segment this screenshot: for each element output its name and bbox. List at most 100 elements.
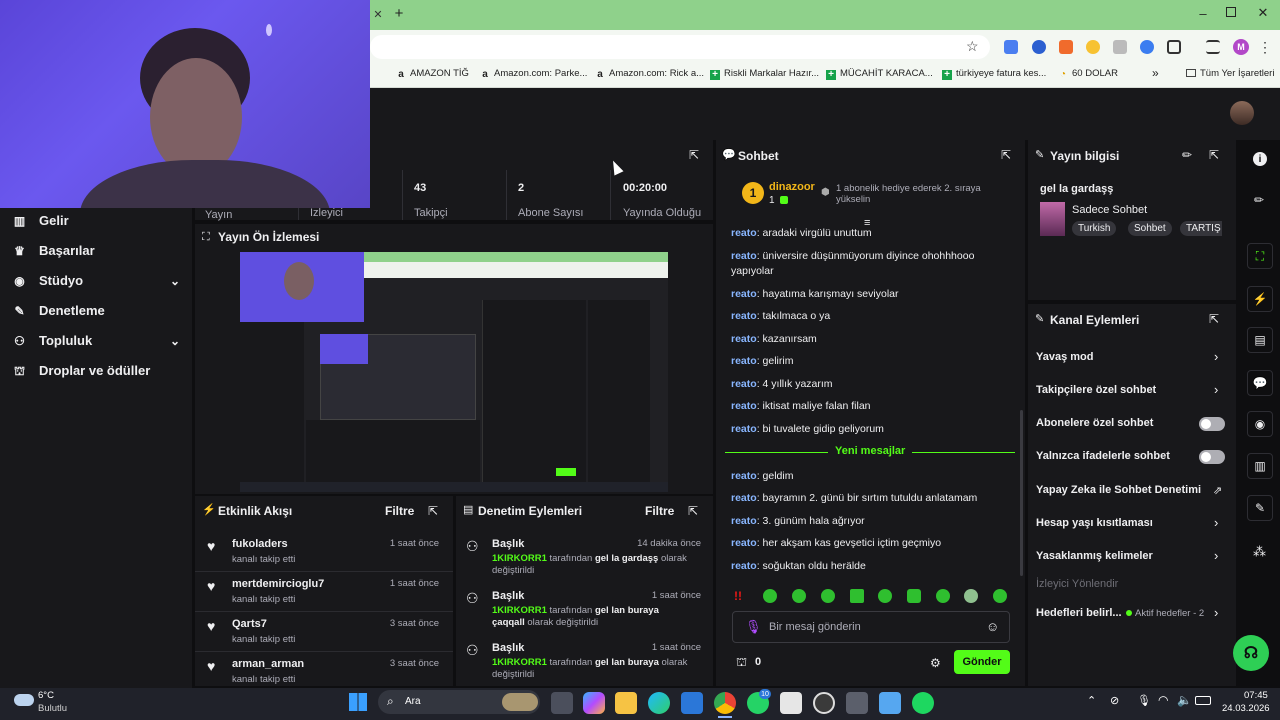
emote-icon[interactable] bbox=[936, 589, 950, 603]
wifi-icon[interactable]: ◠ bbox=[1158, 693, 1168, 707]
microphone-icon[interactable]: 🎙 bbox=[745, 619, 762, 635]
ext-icon[interactable] bbox=[1086, 40, 1100, 54]
url-field[interactable]: ☆ bbox=[370, 35, 990, 59]
chrome-icon[interactable] bbox=[714, 692, 736, 714]
emote-icon[interactable] bbox=[763, 589, 777, 603]
chat-username[interactable]: reato bbox=[731, 537, 757, 549]
broadcast-icon[interactable]: ◉ bbox=[1247, 411, 1273, 437]
store-icon[interactable] bbox=[681, 692, 703, 714]
emote-icon[interactable] bbox=[993, 589, 1007, 603]
wrench-icon[interactable]: ✎ bbox=[1247, 495, 1273, 521]
tag-pill[interactable]: Turkish bbox=[1072, 221, 1117, 236]
popout-icon[interactable]: ⇱ bbox=[1001, 149, 1013, 161]
action-slow-mode[interactable]: Yavaş mod bbox=[1036, 351, 1093, 363]
task-view-icon[interactable] bbox=[551, 692, 573, 714]
category-name[interactable]: Sadece Sohbet bbox=[1072, 204, 1147, 216]
panels-icon[interactable]: ▥ bbox=[1247, 453, 1273, 479]
chat-username[interactable]: reato bbox=[731, 400, 757, 412]
list-item[interactable]: ⚇ Başlık 1 saat önce 1KIRKORR1 tarafında… bbox=[456, 636, 713, 686]
chat-username[interactable]: reato bbox=[731, 515, 757, 527]
clock-date[interactable]: 24.03.2026 bbox=[1222, 703, 1270, 714]
support-button[interactable]: ☊ bbox=[1233, 635, 1269, 671]
start-button[interactable] bbox=[349, 693, 367, 711]
nav-item-gelir[interactable]: ▥ Gelir bbox=[12, 213, 69, 228]
star-icon[interactable]: ☆ bbox=[966, 38, 979, 55]
more-options-icon[interactable]: ⁂ bbox=[1253, 544, 1266, 560]
emote-only-toggle[interactable] bbox=[1199, 450, 1225, 464]
bookmark-item[interactable]: a Amazon.com: Parke... bbox=[480, 68, 587, 80]
ext-icon[interactable] bbox=[1140, 40, 1154, 54]
preview-toggle-icon[interactable]: ⛶ bbox=[1247, 243, 1273, 269]
profile-avatar[interactable]: M bbox=[1233, 39, 1249, 55]
document-icon[interactable]: ▤ bbox=[1247, 327, 1273, 353]
chat-username[interactable]: reato bbox=[731, 310, 757, 322]
list-item[interactable]: ♥ fukoladers kanalı takip etti 1 saat ön… bbox=[195, 532, 453, 572]
nav-item-droplar[interactable]: ⛫ Droplar ve ödüller bbox=[12, 363, 150, 378]
chat-username[interactable]: reato bbox=[731, 288, 757, 300]
tray-chevron-icon[interactable]: ⌃ bbox=[1087, 694, 1096, 707]
send-button[interactable]: Gönder bbox=[954, 650, 1010, 674]
points-icon[interactable]: ⛫ bbox=[736, 655, 747, 671]
popout-icon[interactable]: ⇱ bbox=[689, 149, 701, 161]
leaderboard-user[interactable]: dinazoor bbox=[769, 181, 815, 193]
emote-icon[interactable] bbox=[792, 589, 806, 603]
weather-icon[interactable] bbox=[14, 694, 34, 706]
chat-settings-icon[interactable]: ⚙ bbox=[930, 656, 941, 670]
chat-username[interactable]: reato bbox=[731, 492, 757, 504]
activity-filter-button[interactable]: Filtre bbox=[385, 504, 414, 518]
all-bookmarks-button[interactable]: Tüm Yer İşaretleri bbox=[1186, 68, 1274, 79]
shield-ext-icon[interactable] bbox=[1113, 40, 1127, 54]
bookmark-item[interactable]: + Riskli Markalar Hazır... bbox=[710, 68, 819, 80]
popout-icon[interactable]: ⇱ bbox=[688, 505, 700, 517]
chevron-down-icon[interactable]: ⌄ bbox=[170, 274, 180, 288]
chevron-right-icon[interactable]: › bbox=[1214, 382, 1218, 397]
stream-preview-video[interactable] bbox=[240, 252, 668, 492]
chat-icon[interactable]: 💬 bbox=[1247, 370, 1273, 396]
action-account-age[interactable]: Hesap yaşı kısıtlaması bbox=[1036, 517, 1153, 529]
tab-close-icon[interactable]: ✕ bbox=[372, 8, 384, 21]
bookmark-item[interactable]: a Amazon.com: Rick a... bbox=[595, 68, 704, 80]
edge-icon[interactable] bbox=[648, 692, 670, 714]
emote-icon[interactable] bbox=[907, 589, 921, 603]
bookmark-item[interactable]: + türkiyeye fatura kes... bbox=[942, 68, 1046, 80]
info-icon[interactable]: i bbox=[1253, 152, 1267, 166]
emote-icon[interactable] bbox=[964, 589, 978, 603]
app-icon[interactable] bbox=[780, 692, 802, 714]
list-item[interactable]: ⚇ Başlık 1 saat önce 1KIRKORR1 tarafında… bbox=[456, 584, 713, 634]
chat-input[interactable]: 🎙 Bir mesaj gönderin ☺ bbox=[732, 611, 1010, 643]
notepad-icon[interactable] bbox=[879, 692, 901, 714]
emote-icon[interactable] bbox=[850, 589, 864, 603]
list-item[interactable]: ♥ arman_arman kanalı takip etti 3 saat ö… bbox=[195, 652, 453, 686]
calculator-icon[interactable] bbox=[846, 692, 868, 714]
bookmark-item[interactable]: a AMAZON TİĞ bbox=[396, 68, 469, 80]
kebab-menu-icon[interactable]: ⋮ bbox=[1258, 39, 1272, 55]
chevron-down-icon[interactable]: ⌄ bbox=[170, 334, 180, 348]
battery-icon[interactable] bbox=[1195, 696, 1211, 705]
chevron-right-icon[interactable]: › bbox=[1214, 349, 1218, 364]
obs-icon[interactable] bbox=[813, 692, 835, 714]
microphone-tray-icon[interactable]: 🎙 bbox=[1137, 694, 1151, 707]
bookmarks-more-button[interactable]: » bbox=[1152, 66, 1159, 80]
chat-username[interactable]: reato bbox=[731, 378, 757, 390]
emoji-icon[interactable]: ☺ bbox=[986, 619, 999, 634]
volume-icon[interactable]: 🔈 bbox=[1177, 693, 1192, 707]
spotify-icon[interactable] bbox=[912, 692, 934, 714]
bookmark-item[interactable]: + MÜCAHİT KARACA... bbox=[826, 68, 933, 80]
file-explorer-icon[interactable] bbox=[615, 692, 637, 714]
translate-ext-icon[interactable] bbox=[1004, 40, 1018, 54]
nav-item-topluluk[interactable]: ⚇ Topluluk ⌄ bbox=[12, 333, 180, 348]
chevron-right-icon[interactable]: › bbox=[1214, 515, 1218, 530]
emote-icon[interactable]: !! bbox=[734, 589, 742, 603]
chat-username[interactable]: reato bbox=[731, 250, 757, 262]
chat-scrollbar[interactable] bbox=[1020, 410, 1023, 576]
action-ai-moderation[interactable]: Yapay Zeka ile Sohbet Denetimi bbox=[1036, 484, 1201, 496]
moderation-filter-button[interactable]: Filtre bbox=[645, 504, 674, 518]
action-banned-words[interactable]: Yasaklanmış kelimeler bbox=[1036, 550, 1153, 562]
tray-icon[interactable]: ⊘ bbox=[1110, 694, 1119, 707]
ext-icon[interactable] bbox=[1059, 40, 1073, 54]
nav-item-basarilar[interactable]: ♛ Başarılar bbox=[12, 243, 95, 258]
goals-label[interactable]: Hedefleri belirl... bbox=[1036, 607, 1122, 619]
nav-item-denetleme[interactable]: ✎ Denetleme bbox=[12, 303, 104, 318]
list-item[interactable]: ♥ mertdemircioglu7 kanalı takip etti 1 s… bbox=[195, 572, 453, 612]
ext-icon[interactable] bbox=[1032, 40, 1046, 54]
